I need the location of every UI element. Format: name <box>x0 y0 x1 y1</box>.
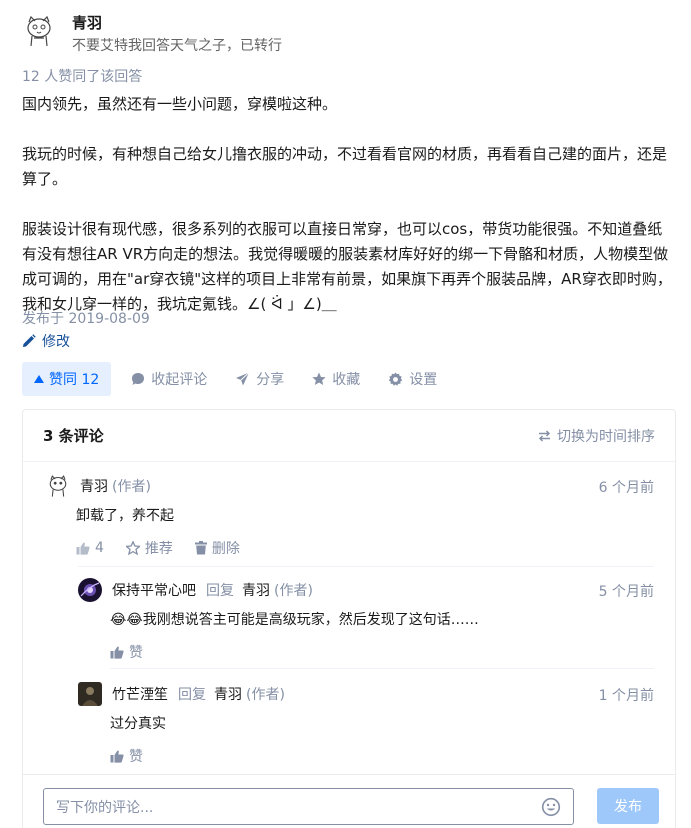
author-tag: (作者) <box>112 479 151 495</box>
comment-time: 5 个月前 <box>598 584 654 600</box>
author-tag: (作者) <box>246 687 285 703</box>
voters-count[interactable]: 12 人赞同了该回答 <box>22 66 142 86</box>
answer-content: 国内领先，虽然还有一些小问题，穿模啦这种。 我玩的时候，有种想自己给女儿撸衣服的… <box>22 92 672 317</box>
star-icon <box>312 372 326 385</box>
recommend-label: 推荐 <box>144 541 173 557</box>
comment-composer: 写下你的评论... 发布 <box>22 774 676 828</box>
comment-input[interactable]: 写下你的评论... <box>43 788 574 825</box>
comments-panel: 3 条评论 切换为时间排序 青羽 (作者) 6 个月前 卸载了，养不起 4 推荐 <box>22 409 676 828</box>
gear-icon <box>389 371 403 386</box>
trash-icon <box>194 541 207 555</box>
comment-time: 1 个月前 <box>598 688 654 704</box>
star-outline-icon <box>125 541 140 555</box>
upvote-button[interactable]: 赞同 12 <box>22 362 112 396</box>
comment-author[interactable]: 竹芒湮笙 <box>112 684 168 704</box>
answer-paragraph: 国内领先，虽然还有一些小问题，穿模啦这种。 <box>22 95 338 113</box>
settings-label: 设置 <box>409 372 438 388</box>
submit-comment-button[interactable]: 发布 <box>597 788 659 824</box>
answer-paragraph: 我玩的时候，有种想自己给女儿撸衣服的冲动，不过看看官网的材质，再看看自己建的面片… <box>22 145 668 188</box>
comment-author[interactable]: 青羽 <box>80 476 108 496</box>
divider <box>78 566 654 567</box>
published-date[interactable]: 发布于 2019-08-09 <box>22 308 150 328</box>
comment-item: 竹芒湮笙 回复 青羽 (作者) 1 个月前 过分真实 赞 <box>78 682 654 766</box>
thumbs-up-icon <box>110 750 124 763</box>
upvote-label: 赞同 12 <box>49 372 100 388</box>
thumbs-up-icon <box>110 646 124 659</box>
comment-time: 6 个月前 <box>598 480 654 496</box>
comment-author[interactable]: 保持平常心吧 <box>112 580 196 600</box>
comments-count: 3 条评论 <box>43 427 104 445</box>
swap-icon <box>538 429 551 442</box>
like-label: 赞 <box>129 645 143 661</box>
author-name[interactable]: 青羽 <box>72 14 282 32</box>
like-count: 4 <box>95 540 104 556</box>
answer-paragraph: 服装设计很有现代感，很多系列的衣服可以直接日常穿，也可以cos，带货功能很强。不… <box>22 220 672 313</box>
comment-icon <box>132 373 145 385</box>
comment-body: 过分真实 <box>110 716 166 732</box>
delete-button[interactable]: 删除 <box>194 538 240 558</box>
divider <box>110 668 654 669</box>
like-button[interactable]: 4 <box>76 540 104 556</box>
comment-body: 卸载了，养不起 <box>76 508 174 524</box>
author-tag: (作者) <box>274 583 313 599</box>
author-bio: 不要艾特我回答天气之子，已转行 <box>72 38 282 54</box>
comment-placeholder: 写下你的评论... <box>56 799 154 816</box>
collapse-comments-button[interactable]: 收起评论 <box>131 369 207 389</box>
avatar[interactable] <box>78 578 102 602</box>
reply-word: 回复 <box>178 687 206 703</box>
comment-body: 😂😂我刚想说答主可能是高级玩家，然后发现了这句话…… <box>110 612 479 628</box>
triangle-up-icon <box>34 375 44 383</box>
settings-button[interactable]: 设置 <box>388 369 437 389</box>
sort-label: 切换为时间排序 <box>557 428 655 445</box>
favorite-label: 收藏 <box>332 372 361 388</box>
emoji-icon[interactable] <box>541 797 561 817</box>
answer-author: 青羽 不要艾特我回答天气之子，已转行 <box>22 14 282 55</box>
recommend-button[interactable]: 推荐 <box>125 538 173 558</box>
like-button[interactable]: 赞 <box>110 642 143 662</box>
avatar[interactable] <box>22 14 56 48</box>
thumbs-up-icon <box>76 542 90 555</box>
delete-label: 删除 <box>211 541 240 557</box>
reply-word: 回复 <box>206 583 234 599</box>
reply-to-author[interactable]: 青羽 <box>214 684 242 704</box>
collapse-comments-label: 收起评论 <box>151 372 208 388</box>
comments-header: 3 条评论 切换为时间排序 <box>23 410 675 462</box>
share-label: 分享 <box>256 372 285 388</box>
avatar[interactable] <box>78 682 102 706</box>
comment-item: 保持平常心吧 回复 青羽 (作者) 5 个月前 😂😂我刚想说答主可能是高级玩家，… <box>78 578 654 662</box>
avatar[interactable] <box>46 474 70 498</box>
share-icon <box>236 372 250 386</box>
sort-toggle-button[interactable]: 切换为时间排序 <box>538 426 655 446</box>
reply-to-author[interactable]: 青羽 <box>242 580 270 600</box>
edit-button[interactable]: 修改 <box>22 331 70 351</box>
edit-label: 修改 <box>42 334 70 350</box>
like-label: 赞 <box>129 749 143 765</box>
like-button[interactable]: 赞 <box>110 746 143 766</box>
comment-item: 青羽 (作者) 6 个月前 卸载了，养不起 4 推荐 删除 <box>46 474 654 558</box>
answer-actions: 赞同 12 收起评论 分享 收藏 设置 <box>22 362 437 396</box>
pencil-icon <box>23 334 36 347</box>
favorite-button[interactable]: 收藏 <box>312 369 360 389</box>
share-button[interactable]: 分享 <box>235 369 284 389</box>
